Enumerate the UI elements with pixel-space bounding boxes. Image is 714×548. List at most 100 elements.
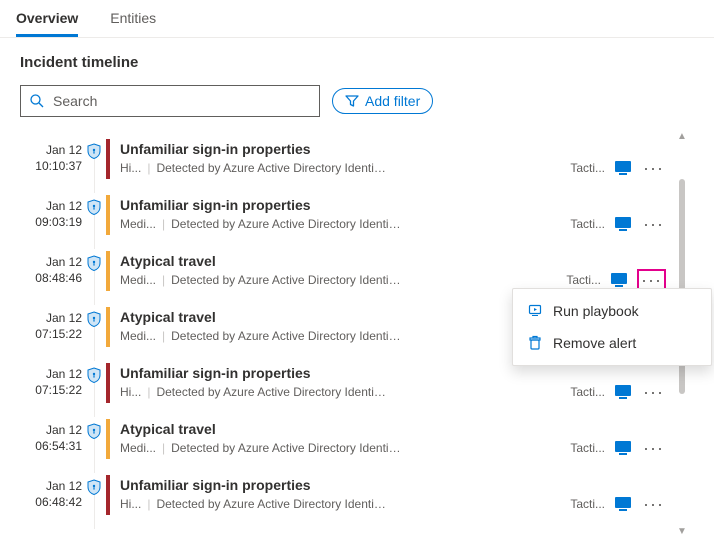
tactics-label: Tacti... xyxy=(570,385,605,399)
monitor-icon xyxy=(615,217,631,231)
alert-meta: Hi...|Detected by Azure Active Directory… xyxy=(120,385,570,399)
playbook-icon xyxy=(527,303,543,319)
row-actions: Tacti... ··· xyxy=(570,363,666,403)
row-body: Unfamiliar sign-in properties Hi...|Detec… xyxy=(120,139,570,179)
shield-icon xyxy=(82,139,106,179)
detected-by: Detected by Azure Active Directory Ident… xyxy=(171,273,401,287)
row-body: Atypical travel Medi...|Detected by Azure… xyxy=(120,251,566,291)
row-actions: Tacti... ··· xyxy=(570,195,666,235)
severity-bar xyxy=(106,251,110,291)
row-timestamp: Jan 1207:15:22 xyxy=(22,363,82,403)
filter-label: Add filter xyxy=(365,93,420,109)
row-timestamp: Jan 1209:03:19 xyxy=(22,195,82,235)
severity-bar xyxy=(106,419,110,459)
row-body: Unfamiliar sign-in properties Medi...|Det… xyxy=(120,195,570,235)
severity-bar xyxy=(106,307,110,347)
timeline-row[interactable]: Jan 1206:54:31 Atypical travel Medi...|Det… xyxy=(22,411,666,467)
tab-overview[interactable]: Overview xyxy=(16,0,78,37)
alert-meta: Medi...|Detected by Azure Active Directo… xyxy=(120,441,570,455)
severity-text: Medi... xyxy=(120,441,156,455)
section-title: Incident timeline xyxy=(20,54,694,71)
tab-entities[interactable]: Entities xyxy=(110,0,156,37)
monitor-icon xyxy=(615,385,631,399)
row-timestamp: Jan 1208:48:46 xyxy=(22,251,82,291)
shield-icon xyxy=(82,195,106,235)
detected-by: Detected by Azure Active Directory Ident… xyxy=(156,161,386,175)
alert-title: Unfamiliar sign-in properties xyxy=(120,365,570,381)
detected-by: Detected by Azure Active Directory Ident… xyxy=(156,385,386,399)
shield-icon xyxy=(82,251,106,291)
row-actions: Tacti...··· xyxy=(566,251,666,291)
more-actions-button[interactable]: ··· xyxy=(641,159,666,177)
severity-text: Hi... xyxy=(120,497,141,511)
tactics-label: Tacti... xyxy=(570,161,605,175)
severity-text: Medi... xyxy=(120,217,156,231)
row-timestamp: Jan 1206:48:42 xyxy=(22,475,82,515)
tactics-label: Tacti... xyxy=(570,497,605,511)
timeline-row[interactable]: Jan 1206:48:42 Unfamiliar sign-in propert… xyxy=(22,467,666,523)
alert-title: Atypical travel xyxy=(120,421,570,437)
shield-icon xyxy=(82,363,106,403)
timeline-row[interactable]: Jan 1210:10:37 Unfamiliar sign-in propert… xyxy=(22,131,666,187)
row-timestamp: Jan 1207:15:22 xyxy=(22,307,82,347)
detected-by: Detected by Azure Active Directory Ident… xyxy=(171,217,401,231)
more-actions-button[interactable]: ··· xyxy=(641,383,666,401)
more-actions-button[interactable]: ··· xyxy=(641,439,666,457)
row-body: Atypical travel Medi...|Detected by Azure… xyxy=(120,419,570,459)
row-body: Unfamiliar sign-in propertiesHi...|Detec… xyxy=(120,475,570,515)
trash-icon xyxy=(527,335,543,351)
detected-by: Detected by Azure Active Directory Ident… xyxy=(171,329,401,343)
row-timestamp: Jan 1206:54:31 xyxy=(22,419,82,459)
shield-icon xyxy=(82,475,106,515)
row-body: Unfamiliar sign-in properties Hi...|Detec… xyxy=(120,363,570,403)
monitor-icon xyxy=(615,497,631,511)
filter-icon xyxy=(345,94,359,108)
alert-meta: Medi...|Detected by Azure Active Directo… xyxy=(120,217,570,231)
severity-bar xyxy=(106,195,110,235)
severity-text: Hi... xyxy=(120,161,141,175)
row-actions: Tacti... ··· xyxy=(570,139,666,179)
alert-meta: Medi...|Detected by Azure Active Directo… xyxy=(120,273,566,287)
more-actions-button[interactable]: ··· xyxy=(641,495,666,513)
row-actions: Tacti... ··· xyxy=(570,475,666,515)
add-filter-button[interactable]: Add filter xyxy=(332,88,433,114)
toolbar: Add filter xyxy=(20,85,694,117)
tabs: Overview Entities xyxy=(0,0,714,38)
alert-title: Atypical travel xyxy=(120,309,570,325)
alert-meta: Medi...|Detected by Azure Active Directo… xyxy=(120,329,570,343)
scroll-down-icon[interactable]: ▼ xyxy=(677,526,687,537)
tactics-label: Tacti... xyxy=(566,273,601,287)
monitor-icon xyxy=(611,273,627,287)
severity-text: Hi... xyxy=(120,385,141,399)
severity-text: Medi... xyxy=(120,273,156,287)
severity-bar xyxy=(106,475,110,515)
menu-remove-label: Remove alert xyxy=(553,335,636,351)
search-icon xyxy=(29,93,45,109)
detected-by: Detected by Azure Active Directory Ident… xyxy=(171,441,401,455)
severity-bar xyxy=(106,139,110,179)
row-actions: Tacti... ··· xyxy=(570,419,666,459)
severity-bar xyxy=(106,363,110,403)
alert-title: Unfamiliar sign-in properties xyxy=(120,141,570,157)
more-actions-button[interactable]: ··· xyxy=(641,215,666,233)
severity-text: Medi... xyxy=(120,329,156,343)
monitor-icon xyxy=(615,441,631,455)
tactics-label: Tacti... xyxy=(570,441,605,455)
timeline-row[interactable]: Jan 1209:03:19 Unfamiliar sign-in propert… xyxy=(22,187,666,243)
alert-meta: Hi...|Detected by Azure Active Directory… xyxy=(120,161,570,175)
scroll-up-icon[interactable]: ▲ xyxy=(677,131,687,142)
search-input[interactable] xyxy=(53,93,311,109)
detected-by: Detected by Azure Active Directory Ident… xyxy=(156,497,386,511)
shield-icon xyxy=(82,307,106,347)
row-timestamp: Jan 1210:10:37 xyxy=(22,139,82,179)
search-box[interactable] xyxy=(20,85,320,117)
menu-run-label: Run playbook xyxy=(553,303,639,319)
monitor-icon xyxy=(615,161,631,175)
row-body: Atypical travel Medi...|Detected by Azure… xyxy=(120,307,570,347)
menu-remove-alert[interactable]: Remove alert xyxy=(513,327,711,359)
alert-title: Unfamiliar sign-in properties xyxy=(120,197,570,213)
alert-title: Atypical travel xyxy=(120,253,566,269)
tactics-label: Tacti... xyxy=(570,217,605,231)
alert-meta: Hi...|Detected by Azure Active Directory… xyxy=(120,497,570,511)
menu-run-playbook[interactable]: Run playbook xyxy=(513,295,711,327)
